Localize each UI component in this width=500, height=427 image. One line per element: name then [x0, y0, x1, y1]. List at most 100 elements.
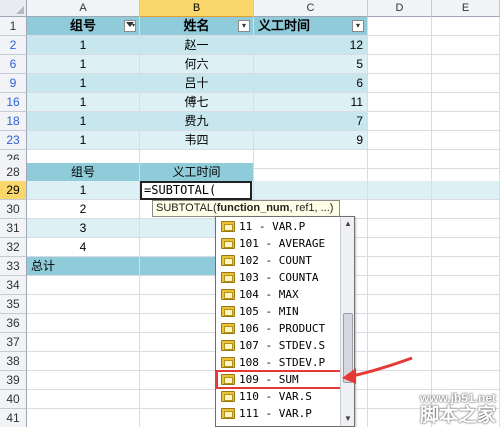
cell-hours[interactable]: 5: [254, 55, 368, 74]
cell-hours[interactable]: 7: [254, 112, 368, 131]
scroll-up-icon[interactable]: ▲: [342, 218, 354, 230]
cell[interactable]: [27, 295, 140, 314]
cell-name[interactable]: 傅七: [140, 93, 254, 112]
cell[interactable]: [368, 181, 432, 200]
row-header[interactable]: 2: [0, 36, 27, 55]
cell[interactable]: [27, 390, 140, 409]
column-header-d[interactable]: D: [368, 0, 432, 17]
column-header-a[interactable]: A: [27, 0, 140, 17]
cell-group[interactable]: 1: [27, 74, 140, 93]
cell-name[interactable]: 赵一: [140, 36, 254, 55]
cell[interactable]: [368, 257, 432, 276]
dropdown-arrow-icon[interactable]: [352, 20, 364, 32]
row-header[interactable]: 33: [0, 257, 27, 276]
formula-cell-editor[interactable]: =SUBTOTAL(: [140, 181, 252, 200]
cell[interactable]: [432, 219, 500, 238]
cell-group[interactable]: 1: [27, 93, 140, 112]
cell[interactable]: [432, 112, 500, 131]
tooltip-func[interactable]: SUBTOTAL(: [156, 202, 217, 214]
cell-group[interactable]: 4: [27, 238, 140, 257]
cell[interactable]: [432, 371, 500, 390]
dropdown-item[interactable]: 104 - MAX: [217, 286, 341, 303]
cell[interactable]: [27, 371, 140, 390]
cell[interactable]: [368, 55, 432, 74]
row-header[interactable]: 1: [0, 17, 27, 36]
row-header[interactable]: 38: [0, 352, 27, 371]
table2-header-group[interactable]: 组号: [27, 163, 140, 182]
cell-name[interactable]: 吕十: [140, 74, 254, 93]
row-header[interactable]: 23: [0, 131, 27, 150]
row-header-active[interactable]: 29: [0, 181, 27, 200]
dropdown-item[interactable]: 102 - COUNT: [217, 252, 341, 269]
cell[interactable]: [368, 276, 432, 295]
cell[interactable]: [27, 352, 140, 371]
cell-group[interactable]: 2: [27, 200, 140, 219]
row-header[interactable]: 39: [0, 371, 27, 390]
cell-group[interactable]: 1: [27, 131, 140, 150]
cell-group[interactable]: 1: [27, 181, 140, 200]
table1-header-group[interactable]: 组号 ▾: [27, 17, 140, 36]
cell[interactable]: [368, 112, 432, 131]
filter-active-icon[interactable]: ▾: [124, 20, 136, 32]
cell-hours[interactable]: 6: [254, 74, 368, 93]
cell-hours[interactable]: 11: [254, 93, 368, 112]
row-header[interactable]: 30: [0, 200, 27, 219]
dropdown-arrow-icon[interactable]: [238, 20, 250, 32]
scroll-down-icon[interactable]: ▼: [342, 413, 354, 425]
cell-hours[interactable]: 12: [254, 36, 368, 55]
table2-header-hours[interactable]: 义工时间: [140, 163, 254, 182]
cell[interactable]: [432, 17, 500, 36]
cell[interactable]: [432, 131, 500, 150]
dropdown-item[interactable]: 11 - VAR.P: [217, 218, 341, 235]
table1-header-hours[interactable]: 义工时间: [254, 17, 368, 36]
cell[interactable]: [432, 163, 500, 182]
dropdown-item[interactable]: 111 - VAR.P: [217, 405, 341, 422]
cell[interactable]: [254, 163, 368, 182]
row-header[interactable]: 36: [0, 314, 27, 333]
cell[interactable]: [368, 131, 432, 150]
dropdown-item[interactable]: 106 - PRODUCT: [217, 320, 341, 337]
cell[interactable]: [432, 36, 500, 55]
cell-group[interactable]: 1: [27, 36, 140, 55]
column-header-e[interactable]: E: [432, 0, 500, 17]
dropdown-item[interactable]: 110 - VAR.S: [217, 388, 341, 405]
cell[interactable]: [432, 333, 500, 352]
tooltip-current-arg[interactable]: function_num: [217, 202, 290, 214]
row-header[interactable]: 16: [0, 93, 27, 112]
function-num-dropdown[interactable]: 11 - VAR.P 101 - AVERAGE 102 - COUNT 103…: [215, 216, 355, 427]
dropdown-item[interactable]: 105 - MIN: [217, 303, 341, 320]
dropdown-item[interactable]: 107 - STDEV.S: [217, 337, 341, 354]
cell-name[interactable]: 何六: [140, 55, 254, 74]
dropdown-item[interactable]: 103 - COUNTA: [217, 269, 341, 286]
cell[interactable]: [432, 295, 500, 314]
column-header-c[interactable]: C: [254, 0, 368, 17]
row-header[interactable]: 35: [0, 295, 27, 314]
cell[interactable]: [432, 257, 500, 276]
cell[interactable]: [27, 409, 140, 427]
table1-header-name[interactable]: 姓名: [140, 17, 254, 36]
cell[interactable]: [432, 200, 500, 219]
cell[interactable]: [432, 238, 500, 257]
cell[interactable]: [368, 163, 432, 182]
row-header[interactable]: 32: [0, 238, 27, 257]
dropdown-scrollbar[interactable]: ▲ ▼: [340, 217, 354, 426]
cell[interactable]: [368, 295, 432, 314]
cell[interactable]: [368, 219, 432, 238]
column-header-b[interactable]: B: [140, 0, 254, 17]
cell[interactable]: [432, 314, 500, 333]
dropdown-item-highlighted[interactable]: 109 - SUM: [216, 370, 342, 389]
cell[interactable]: [432, 74, 500, 93]
row-header[interactable]: 18: [0, 112, 27, 131]
dropdown-item[interactable]: 108 - STDEV.P: [217, 354, 341, 371]
select-all-corner[interactable]: [0, 0, 27, 17]
cell[interactable]: [368, 36, 432, 55]
row-header[interactable]: 34: [0, 276, 27, 295]
cell[interactable]: [27, 333, 140, 352]
row-header[interactable]: 6: [0, 55, 27, 74]
cell-group[interactable]: 1: [27, 112, 140, 131]
cell-name[interactable]: 韦四: [140, 131, 254, 150]
row-header[interactable]: 28: [0, 163, 27, 182]
cell[interactable]: [27, 276, 140, 295]
cell[interactable]: [432, 93, 500, 112]
row-header[interactable]: 9: [0, 74, 27, 93]
